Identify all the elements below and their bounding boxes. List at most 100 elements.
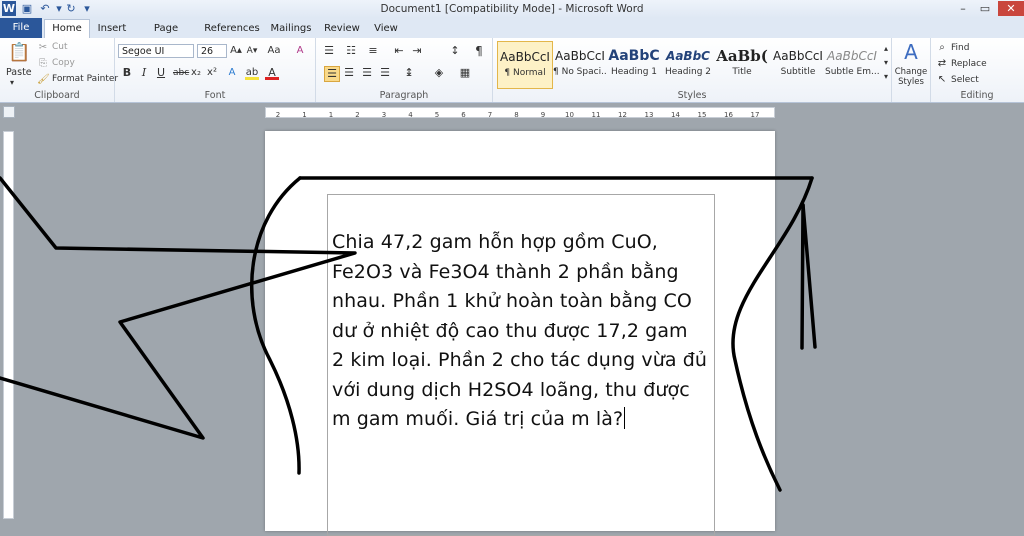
text-line: Chia 47,2 gam hỗn hợp gồm CuO, — [332, 231, 658, 253]
change-styles-group: A Change Styles — [892, 38, 931, 102]
copy-icon[interactable]: ⎘ — [37, 57, 49, 71]
shading-icon[interactable]: ◈ — [432, 66, 446, 80]
font-label: Font — [204, 90, 226, 101]
close-icon[interactable]: ✕ — [998, 1, 1024, 16]
ruler-number: 13 — [645, 111, 654, 118]
align-right-icon[interactable]: ☰ — [360, 66, 374, 80]
strikethrough-icon[interactable]: abc — [173, 66, 189, 80]
change-styles-icon[interactable]: A — [901, 41, 921, 63]
paste-button[interactable]: Paste — [6, 67, 32, 78]
borders-icon[interactable]: ▦ — [458, 66, 472, 80]
style-title[interactable]: AaBb( Title — [715, 41, 769, 87]
text-line: nhau. Phần 1 khử hoàn toàn bằng CO — [332, 290, 692, 312]
horizontal-ruler[interactable]: 21123456789101112131415161718 — [265, 107, 786, 119]
italic-icon[interactable]: I — [137, 66, 151, 80]
ruler-number: 10 — [565, 111, 574, 118]
ruler-number: 9 — [541, 111, 545, 118]
styles-scroll-down-icon[interactable]: ▾ — [879, 56, 893, 70]
text-box[interactable]: Chia 47,2 gam hỗn hợp gồm CuO, Fe2O3 và … — [327, 194, 715, 536]
paste-icon[interactable]: 📋 — [8, 42, 30, 64]
clipboard-group: 📋 Paste ▾ ✂ Cut ⎘ Copy 🖌 Format Painter … — [0, 38, 118, 102]
tab-references[interactable]: References — [204, 20, 260, 38]
text-line: 2 kim loại. Phần 2 cho tác dụng vừa đủ — [332, 349, 708, 371]
format-painter-button[interactable]: Format Painter — [52, 74, 118, 84]
tab-selector[interactable] — [3, 106, 15, 118]
multilevel-list-icon[interactable]: ≡ — [366, 44, 380, 58]
copy-button[interactable]: Copy — [52, 58, 75, 68]
document-text[interactable]: Chia 47,2 gam hỗn hợp gồm CuO, Fe2O3 và … — [332, 228, 712, 435]
style-name: Heading 1 — [610, 67, 658, 77]
increase-indent-icon[interactable]: ⇥ — [410, 44, 424, 58]
subscript-icon[interactable]: x₂ — [189, 66, 203, 80]
ruler-ticks: 21123456789101112131415161718 — [276, 111, 786, 119]
grow-font-icon[interactable]: A▴ — [229, 44, 243, 58]
ruler-number: 6 — [461, 111, 466, 118]
ink-stroke-right-tick-2 — [801, 203, 817, 349]
style-name: Subtle Em... — [825, 67, 879, 77]
font-name-box[interactable]: Segoe UI — [118, 44, 194, 58]
change-styles-button[interactable]: Change Styles — [894, 67, 928, 87]
justify-icon[interactable]: ☰ — [378, 66, 392, 80]
show-marks-icon[interactable]: ¶ — [472, 44, 486, 58]
tab-mailings[interactable]: Mailings — [268, 20, 314, 38]
select-button[interactable]: Select — [951, 75, 979, 85]
style-subtitle[interactable]: AaBbCcI Subtitle — [771, 41, 825, 87]
replace-icon[interactable]: ⇄ — [935, 57, 949, 71]
highlight-icon[interactable]: ab — [245, 66, 259, 80]
style-normal[interactable]: AaBbCcI ¶ Normal — [497, 41, 553, 89]
font-group: Segoe UI 26 A▴ A▾ Aa A B I U abc x₂ x² A… — [115, 38, 316, 102]
format-painter-icon[interactable]: 🖌 — [37, 73, 50, 87]
font-size-box[interactable]: 26 — [197, 44, 227, 58]
cut-button[interactable]: Cut — [52, 42, 68, 52]
styles-scroll-up-icon[interactable]: ▴ — [879, 42, 893, 56]
sort-icon[interactable]: ↕ — [448, 44, 462, 58]
paste-dropdown-icon[interactable]: ▾ — [10, 78, 14, 87]
find-button[interactable]: Find — [951, 43, 969, 53]
tab-review[interactable]: Review — [322, 20, 362, 38]
clipboard-label: Clipboard — [34, 90, 80, 101]
shrink-font-icon[interactable]: A▾ — [245, 44, 259, 58]
style-sample: AaBb( — [716, 47, 768, 65]
change-case-icon[interactable]: Aa — [267, 44, 281, 58]
document-page[interactable]: Chia 47,2 gam hỗn hợp gồm CuO, Fe2O3 và … — [265, 131, 775, 536]
align-left-icon[interactable]: ☰ — [324, 66, 340, 82]
tab-view[interactable]: View — [370, 20, 402, 38]
style-name: ¶ No Spaci... — [553, 67, 607, 77]
font-color-icon[interactable]: A — [265, 66, 279, 80]
select-icon[interactable]: ↖ — [935, 73, 949, 87]
minimize-icon[interactable]: – — [952, 1, 974, 16]
tab-insert[interactable]: Insert — [95, 20, 129, 38]
numbering-icon[interactable]: ☷ — [344, 44, 358, 58]
style-heading-2[interactable]: AaBbC Heading 2 — [661, 41, 715, 87]
styles-more-icon[interactable]: ▾ — [879, 70, 893, 84]
underline-icon[interactable]: U — [154, 66, 168, 80]
maximize-icon[interactable]: ▭ — [974, 1, 996, 16]
text-line-last: m gam muối. Giá trị của m là? — [332, 405, 712, 435]
decrease-indent-icon[interactable]: ⇤ — [392, 44, 406, 58]
style-subtle-emphasis[interactable]: AaBbCcI Subtle Em... — [825, 41, 879, 87]
style-heading-1[interactable]: AaBbC Heading 1 — [607, 41, 661, 87]
ruler-number: 8 — [514, 111, 518, 118]
style-sample: AaBbCcI — [827, 49, 877, 63]
ruler-number: 2 — [276, 111, 280, 118]
scissors-icon[interactable]: ✂ — [37, 41, 49, 55]
bold-icon[interactable]: B — [120, 66, 134, 80]
style-sample: AaBbCcI — [555, 49, 605, 63]
ruler-number: 1 — [302, 111, 306, 118]
style-no-spacing[interactable]: AaBbCcI ¶ No Spaci... — [553, 41, 607, 87]
replace-button[interactable]: Replace — [951, 59, 987, 69]
ruler-number: 17 — [751, 111, 760, 118]
ink-stroke-right-tick-1 — [800, 203, 805, 350]
clear-formatting-icon[interactable]: A — [293, 44, 307, 58]
tab-file[interactable]: File — [0, 18, 42, 38]
line-spacing-icon[interactable]: ↨ — [402, 66, 416, 80]
superscript-icon[interactable]: x² — [205, 66, 219, 80]
text-effects-icon[interactable]: A — [225, 66, 239, 80]
align-center-icon[interactable]: ☰ — [342, 66, 356, 80]
tab-page-layout[interactable]: Page Layout — [136, 20, 196, 52]
tab-home[interactable]: Home — [44, 19, 90, 38]
bullets-icon[interactable]: ☰ — [322, 44, 336, 58]
text-line: m gam muối. Giá trị của m là? — [332, 408, 624, 430]
find-icon[interactable]: ⌕ — [935, 41, 949, 55]
vertical-ruler[interactable] — [3, 131, 14, 519]
